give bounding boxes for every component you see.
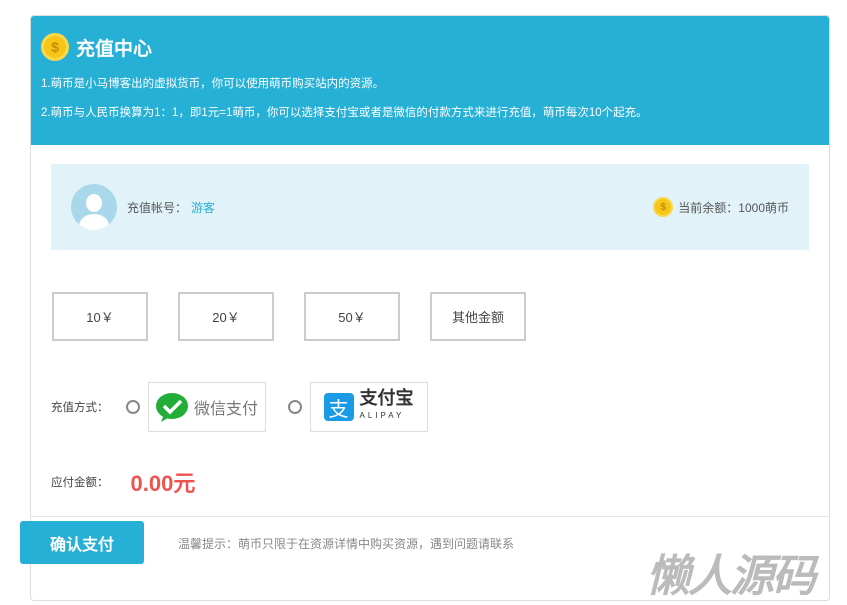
alipay-radio[interactable] <box>287 400 302 414</box>
alipay-label: 支付宝 <box>359 388 414 408</box>
footer-tip: 温馨提示：萌币只限于在资源详情中购买资源，遇到问题请联系 <box>178 537 515 551</box>
amount-50[interactable]: 50￥ <box>304 292 400 341</box>
header: $ 充值中心 1.萌币是小马博客出的虚拟货币，你可以使用萌币购买站内的资源。 2.… <box>31 16 829 145</box>
amount-other[interactable]: 其他金额 <box>430 292 526 341</box>
alipay-icon: 支 <box>323 393 354 421</box>
recharge-panel: $ 充值中心 1.萌币是小马博客出的虚拟货币，你可以使用萌币购买站内的资源。 2.… <box>30 15 830 601</box>
amount-20[interactable]: 20￥ <box>178 292 274 341</box>
due-value: 0.00元 <box>130 471 196 496</box>
wechat-pay-icon <box>155 393 188 422</box>
note-2: 2.萌币与人民币换算为1：1，即1元=1萌币，你可以选择支付宝或者是微信的付款方… <box>41 107 648 119</box>
payment-label: 充值方式： <box>51 402 109 414</box>
footer-divider <box>31 516 829 517</box>
coin-icon: $ <box>653 197 674 217</box>
wechat-radio[interactable] <box>125 400 140 414</box>
due-label: 应付金额： <box>51 477 109 489</box>
note-1: 1.萌币是小马博客出的虚拟货币，你可以使用萌币购买站内的资源。 <box>41 78 385 90</box>
page-title: 充值中心 <box>76 38 153 60</box>
amount-10[interactable]: 10￥ <box>52 292 148 341</box>
account-label: 充值帐号： <box>127 200 188 215</box>
alipay-en-label: ALIPAY <box>359 411 405 420</box>
wechat-pay-label: 微信支付 <box>193 401 258 418</box>
balance: 当前余额：1000萌币 <box>678 200 789 215</box>
payment-method: 充值方式： 微信支付 支 支付宝 ALIPAY <box>51 382 450 432</box>
alipay-option[interactable]: 支 支付宝 ALIPAY <box>309 382 428 432</box>
account-user[interactable]: 游客 <box>191 199 215 216</box>
watermark: 懒人源码 <box>646 552 816 601</box>
confirm-pay-button[interactable]: 确认支付 <box>20 521 144 564</box>
amount-options: 10￥ 20￥ 50￥ 其他金额 <box>52 292 526 341</box>
avatar <box>71 184 117 230</box>
amount-due: 应付金额： 0.00元 <box>51 466 195 498</box>
account-bar: 充值帐号： 游客 $ 当前余额：1000萌币 <box>51 164 809 250</box>
coin-icon: $ <box>41 33 69 61</box>
wechat-pay-option[interactable]: 微信支付 <box>147 382 266 432</box>
